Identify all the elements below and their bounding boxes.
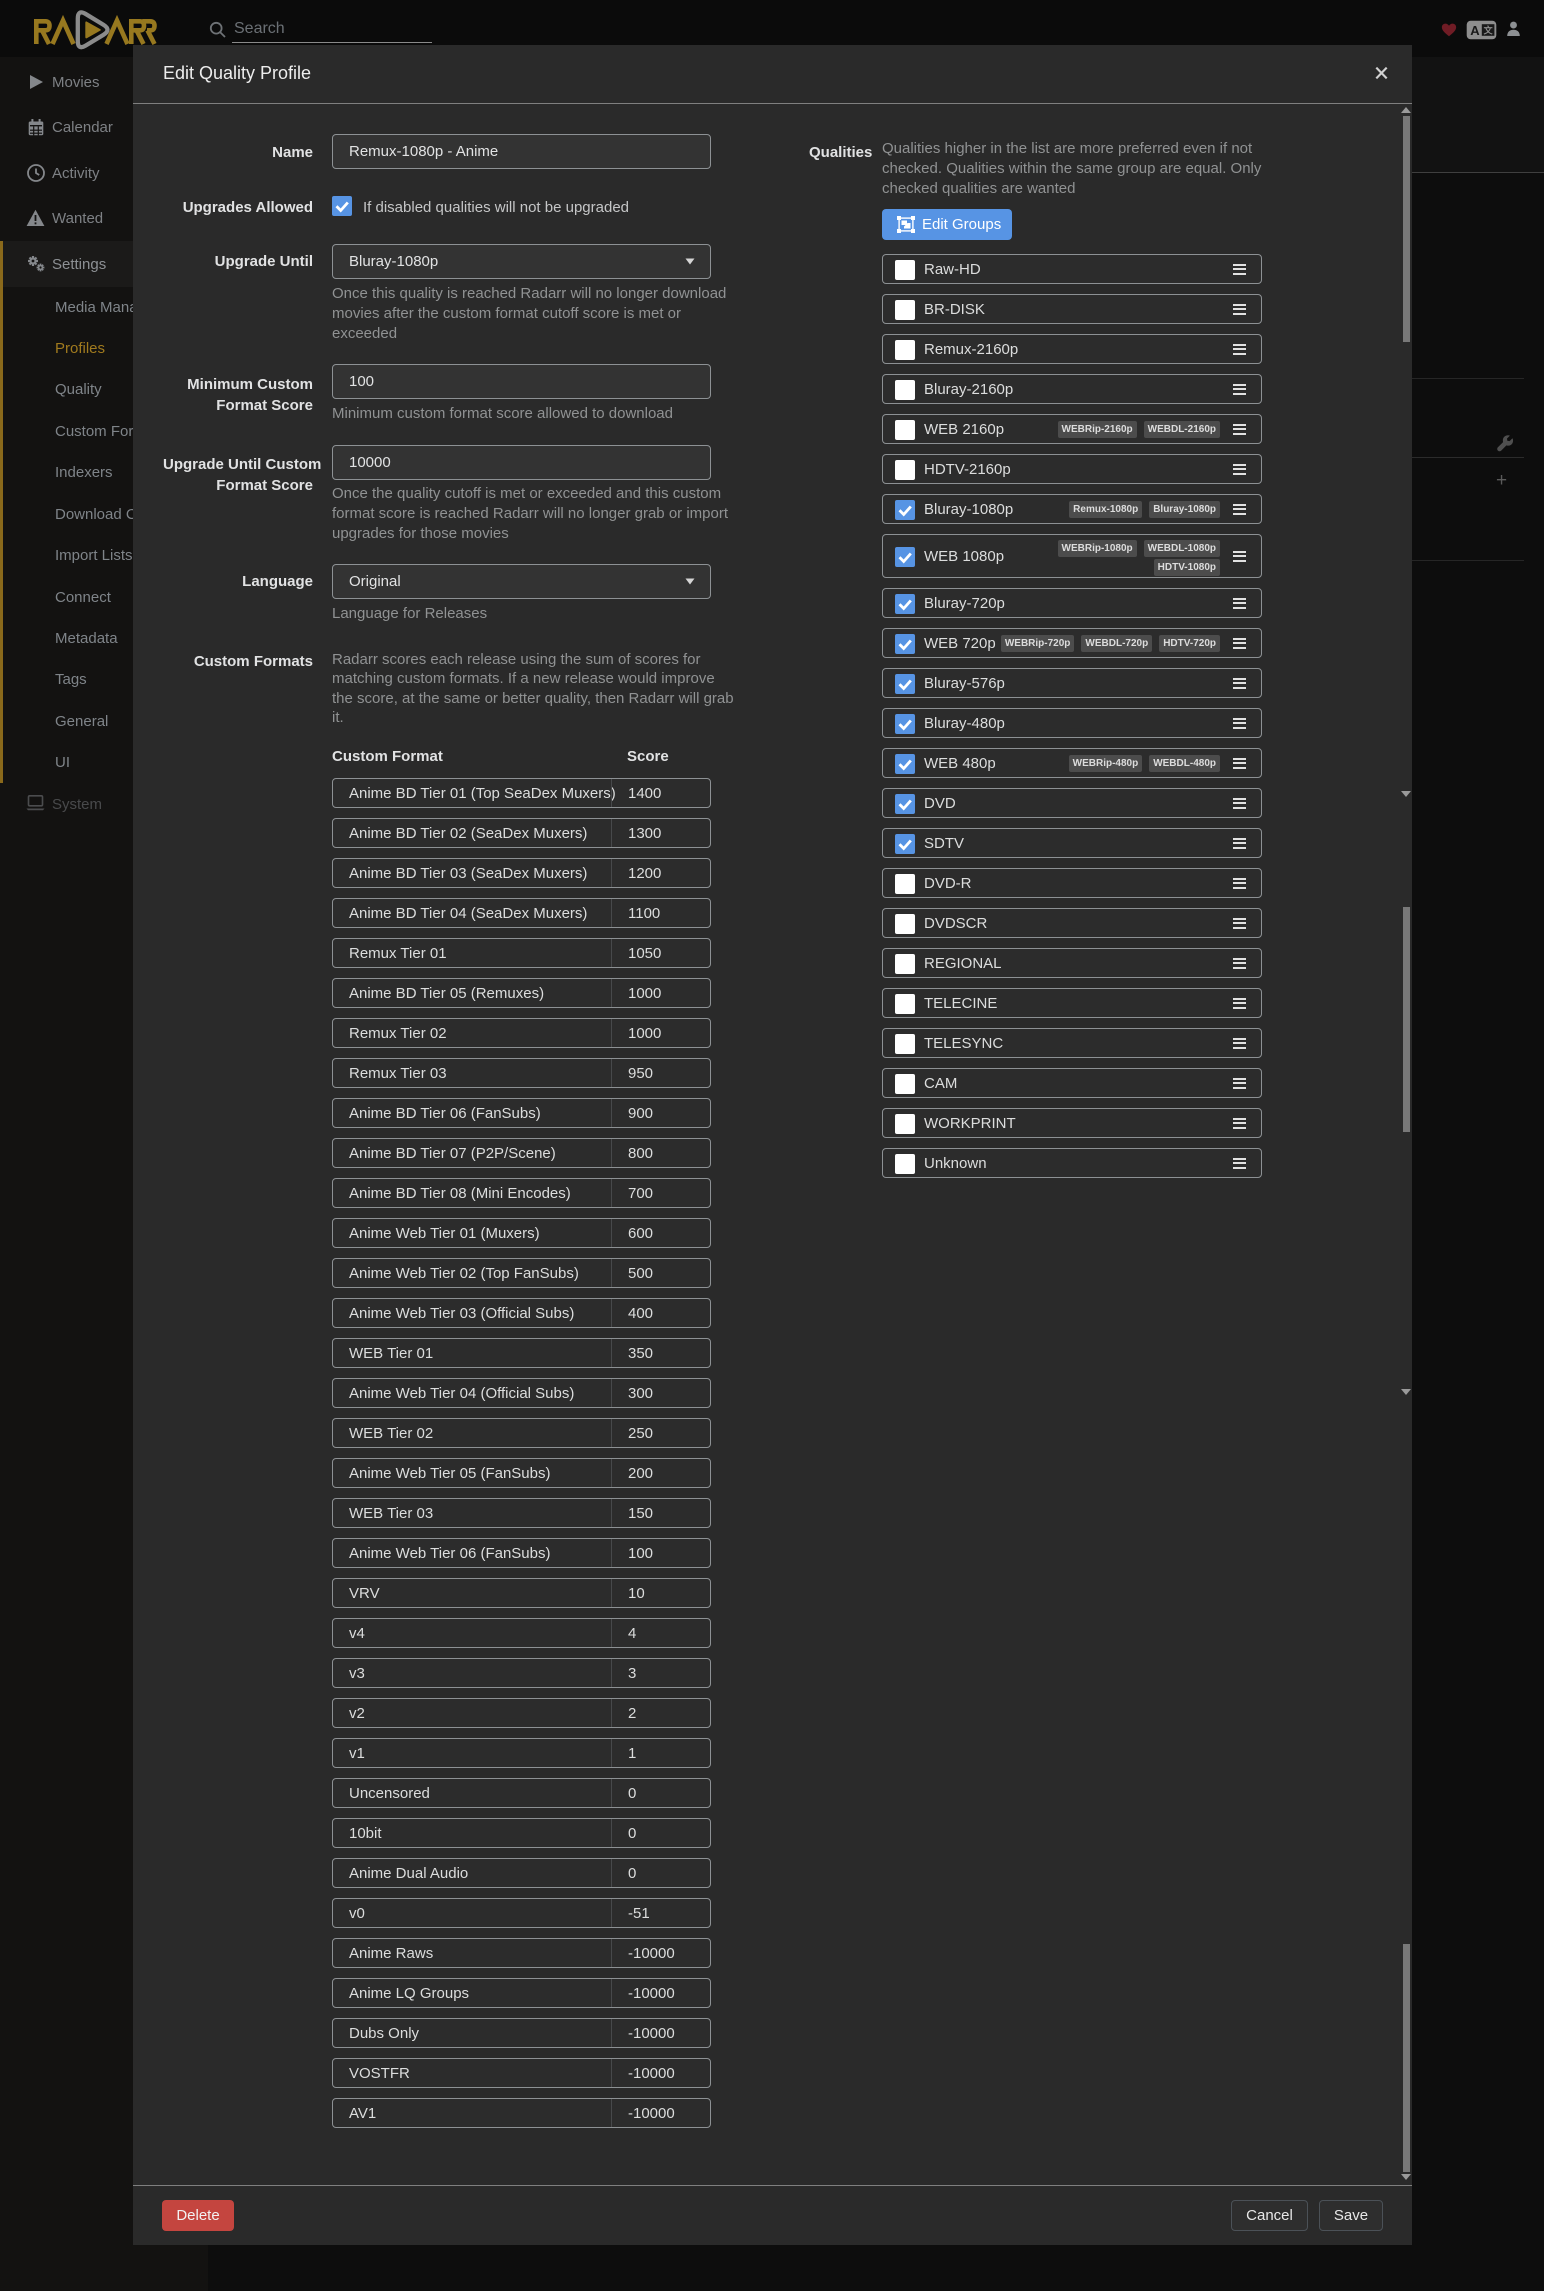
svg-text:文: 文 — [1483, 25, 1494, 36]
svg-text:A: A — [1470, 23, 1480, 38]
